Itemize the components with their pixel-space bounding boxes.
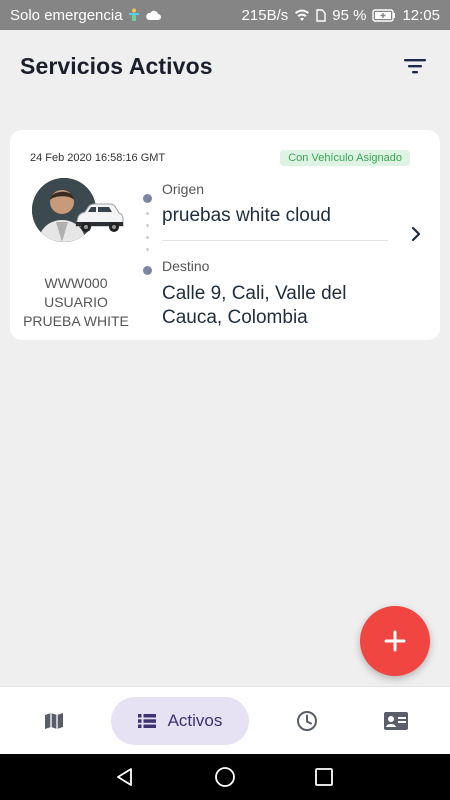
- network-speed: 215B/s: [241, 6, 289, 24]
- filter-icon: [404, 59, 426, 74]
- driver-name: USUARIO PRUEBA WHITE: [23, 294, 129, 329]
- service-card[interactable]: 24 Feb 2020 16:58:16 GMT Con Vehículo As…: [10, 130, 440, 340]
- contact-card-icon: [384, 712, 408, 730]
- cloud-icon: [145, 9, 161, 21]
- nav-profile[interactable]: [366, 697, 426, 745]
- divider: [162, 240, 388, 241]
- nav-activos[interactable]: Activos: [111, 697, 249, 745]
- nav-map[interactable]: [24, 697, 84, 745]
- driver-vehicle-photo: [32, 178, 126, 244]
- page-title: Servicios Activos: [20, 52, 213, 79]
- carrier-text: Solo emergencia: [10, 6, 123, 24]
- timeline-dash: [146, 236, 149, 239]
- clock-icon: [297, 711, 317, 731]
- service-date: 24 Feb 2020 16:58:16 GMT: [30, 152, 166, 164]
- bottom-navigation: Activos: [0, 686, 450, 754]
- accessibility-icon: [127, 8, 141, 22]
- add-service-button[interactable]: [360, 606, 430, 676]
- nav-history[interactable]: [277, 697, 337, 745]
- recents-icon: [315, 768, 333, 786]
- back-icon: [117, 768, 132, 786]
- driver-info: WWW000 USUARIO PRUEBA WHITE: [20, 274, 132, 331]
- app-header: Servicios Activos: [0, 30, 450, 102]
- clock-time: 12:05: [402, 6, 440, 24]
- timeline-dash: [146, 248, 149, 251]
- route-timeline: [143, 192, 153, 275]
- home-icon: [215, 767, 235, 787]
- vehicle-plate: WWW000: [44, 275, 108, 291]
- battery-percent: 95 %: [332, 6, 367, 24]
- wifi-icon: [294, 9, 310, 22]
- destination-dot: [143, 266, 152, 275]
- origin-value: pruebas white cloud: [162, 205, 331, 226]
- timeline-dash: [146, 224, 149, 227]
- destination-label: Destino: [162, 258, 210, 274]
- status-bar: Solo emergencia 215B/s 95 % 12:05: [0, 0, 450, 30]
- filter-button[interactable]: [400, 51, 430, 81]
- recents-button[interactable]: [311, 764, 337, 790]
- timeline-dash: [146, 212, 149, 215]
- nav-activos-label: Activos: [167, 711, 223, 730]
- origin-label: Origen: [162, 181, 205, 197]
- destination-value: Calle 9, Cali, Valle del Cauca, Colombia: [162, 283, 347, 328]
- back-button[interactable]: [112, 764, 138, 790]
- map-icon: [45, 713, 63, 729]
- open-service-button[interactable]: [408, 222, 424, 246]
- sim-icon: [316, 8, 326, 22]
- vehicle-image: [72, 200, 126, 236]
- origin-dot: [143, 194, 152, 203]
- chevron-right-icon: [411, 226, 421, 242]
- battery-icon: [372, 8, 396, 22]
- status-badge: Con Vehículo Asignado: [280, 150, 410, 166]
- plus-icon: [384, 630, 406, 652]
- list-icon: [137, 714, 156, 728]
- home-button[interactable]: [212, 764, 238, 790]
- system-navigation-bar: [0, 754, 450, 800]
